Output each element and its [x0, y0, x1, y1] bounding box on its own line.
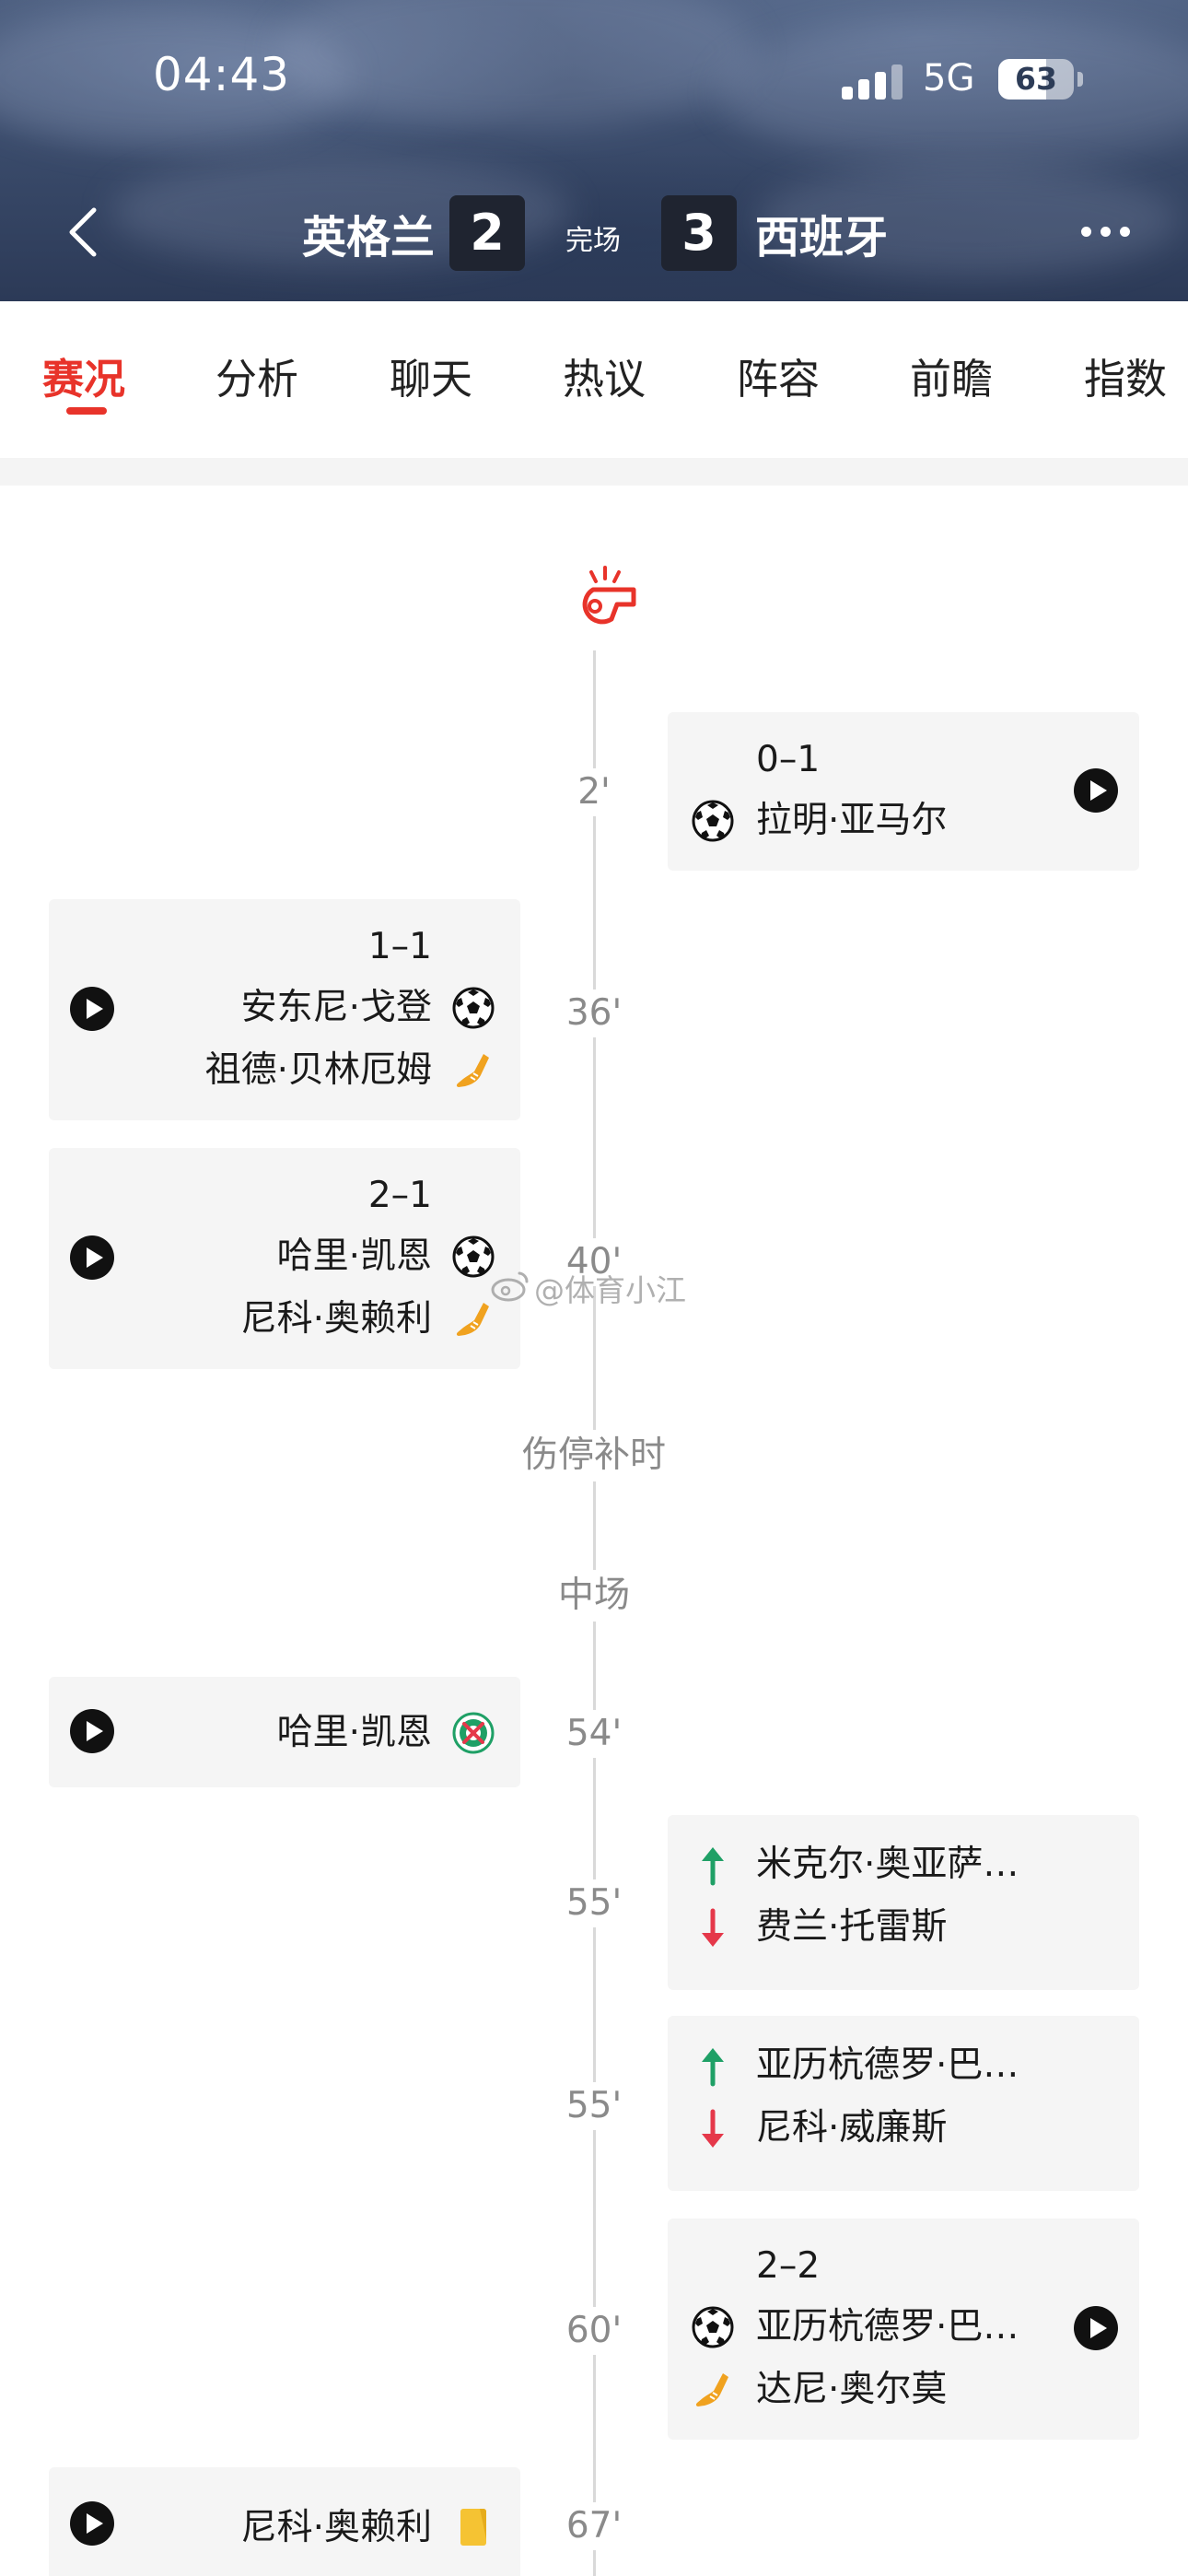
tab-lineup[interactable]: 阵容: [737, 345, 820, 405]
tab-preview[interactable]: 前瞻: [910, 345, 993, 405]
event-minute: 55': [502, 2082, 686, 2130]
assist-boot-icon: [694, 2372, 729, 2407]
event-assist-player: 达尼·奥尔莫: [756, 2369, 948, 2410]
event-score: 1–1: [367, 926, 432, 967]
assist-boot-icon: [455, 1302, 490, 1337]
event-minute: 54': [502, 1710, 686, 1758]
cellular-signal-icon: [842, 63, 903, 100]
tab-bar: 赛况 分析 聊天 热议 阵容 前瞻 指数: [0, 301, 1188, 458]
event-player: 安东尼·戈登: [240, 987, 432, 1028]
sub-out-arrow-icon: [692, 1907, 734, 1950]
event-score: 2–2: [756, 2245, 821, 2287]
network-type: 5G: [923, 57, 975, 100]
event-player: 哈里·凯恩: [276, 1712, 432, 1753]
event-card-substitution: 亚历杭德罗·巴… 尼科·威廉斯: [668, 2016, 1139, 2191]
home-team-name[interactable]: 英格兰: [302, 201, 435, 265]
event-minute: 36': [502, 989, 686, 1037]
event-player: 拉明·亚马尔: [756, 800, 948, 841]
tab-odds[interactable]: 指数: [1084, 345, 1167, 405]
event-assist-player: 尼科·奥赖利: [240, 1298, 432, 1340]
tab-chat[interactable]: 聊天: [390, 345, 472, 405]
home-score: 2: [449, 195, 525, 271]
event-player: 尼科·奥赖利: [240, 2507, 432, 2548]
tab-analysis[interactable]: 分析: [215, 345, 298, 405]
sub-out-player: 费兰·托雷斯: [756, 1906, 948, 1948]
disallowed-goal-icon: [452, 1712, 495, 1754]
away-team-name[interactable]: 西班牙: [755, 201, 888, 265]
battery-icon: 63: [998, 59, 1074, 100]
battery-percent: 63: [1015, 61, 1057, 97]
sub-out-player: 尼科·威廉斯: [756, 2107, 948, 2149]
event-minute: 60': [502, 2307, 686, 2355]
football-icon: [692, 800, 734, 842]
sub-in-player: 米克尔·奥亚萨…: [756, 1844, 1019, 1885]
status-time: 04:43: [153, 48, 291, 101]
event-score: 0–1: [756, 739, 821, 780]
yellow-card-icon: [460, 2509, 486, 2546]
football-icon: [452, 987, 495, 1029]
event-card-goal[interactable]: 2–2 亚历杭德罗·巴… 达尼·奥尔莫: [668, 2219, 1139, 2440]
play-video-icon[interactable]: [69, 1235, 115, 1281]
event-card-disallowed-goal[interactable]: 哈里·凯恩: [49, 1677, 520, 1787]
play-video-icon[interactable]: [69, 2500, 115, 2547]
sub-in-arrow-icon: [692, 2045, 734, 2088]
battery-tip: [1077, 72, 1083, 87]
football-icon: [692, 2306, 734, 2348]
event-player: 亚历杭德罗·巴…: [756, 2306, 1019, 2348]
tab-discussion[interactable]: 热议: [563, 345, 646, 405]
play-video-icon[interactable]: [1073, 767, 1119, 814]
assist-boot-icon: [455, 1053, 490, 1088]
play-video-icon[interactable]: [1073, 2305, 1119, 2351]
event-player: 哈里·凯恩: [276, 1235, 432, 1277]
section-divider: [0, 458, 1188, 486]
event-assist-player: 祖德·贝林厄姆: [204, 1049, 432, 1091]
weibo-logo-icon: [491, 1271, 529, 1302]
halftime-label: 中场: [456, 1570, 732, 1622]
sub-out-arrow-icon: [692, 2108, 734, 2150]
match-status: 完场: [565, 225, 621, 257]
active-tab-indicator: [66, 407, 107, 415]
event-card-goal[interactable]: 0–1 拉明·亚马尔: [668, 712, 1139, 871]
away-score: 3: [661, 195, 737, 271]
event-score: 2–1: [367, 1175, 432, 1216]
event-card-goal[interactable]: 1–1 安东尼·戈登 祖德·贝林厄姆: [49, 899, 520, 1120]
kickoff-whistle-icon: [582, 566, 636, 625]
event-card-yellow-card[interactable]: 尼科·奥赖利: [49, 2467, 520, 2576]
stoppage-time-label: 伤停补时: [456, 1430, 732, 1481]
match-header: 04:43 5G 63 英格兰 2 完场 3 西班牙: [0, 0, 1188, 301]
event-minute: 2': [502, 768, 686, 816]
sub-in-arrow-icon: [692, 1844, 734, 1887]
more-icon[interactable]: [1081, 227, 1131, 240]
event-minute: 55': [502, 1879, 686, 1927]
event-card-goal[interactable]: 2–1 哈里·凯恩 尼科·奥赖利: [49, 1148, 520, 1369]
event-minute: 67': [502, 2502, 686, 2550]
play-video-icon[interactable]: [69, 986, 115, 1032]
play-video-icon[interactable]: [69, 1708, 115, 1754]
watermark-text: @体育小江: [534, 1272, 686, 1308]
tab-live[interactable]: 赛况: [42, 345, 125, 405]
back-icon[interactable]: [63, 205, 103, 260]
event-card-substitution: 米克尔·奥亚萨… 费兰·托雷斯: [668, 1815, 1139, 1990]
sub-in-player: 亚历杭德罗·巴…: [756, 2044, 1019, 2086]
football-icon: [452, 1235, 495, 1278]
